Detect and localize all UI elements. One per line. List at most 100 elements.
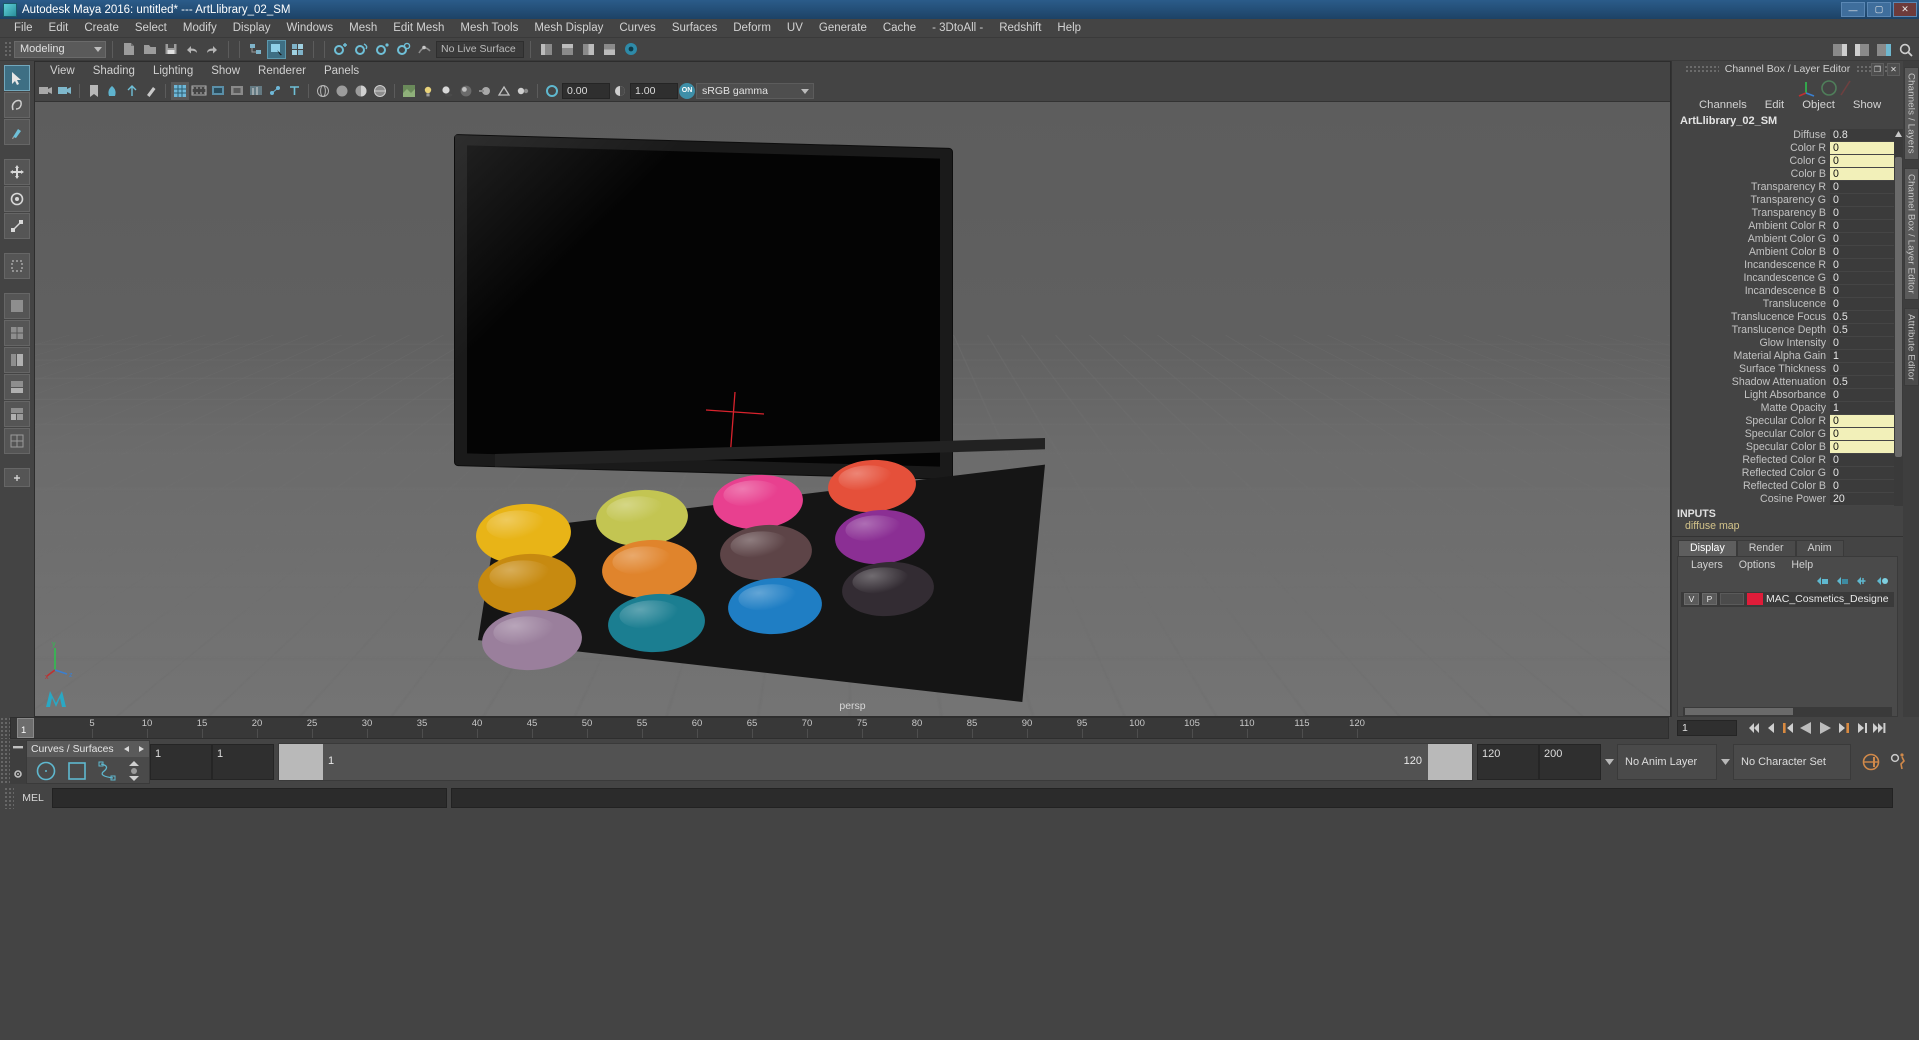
undo-icon[interactable] (182, 40, 201, 59)
makeup-palette-model[interactable] (450, 135, 1050, 712)
scrollbar-thumb[interactable] (1895, 156, 1902, 457)
menu-item-deform[interactable]: Deform (725, 21, 779, 35)
layer-menu-help[interactable]: Help (1783, 559, 1821, 571)
color-profile-dropdown[interactable]: sRGB gamma (696, 82, 814, 99)
current-frame-field[interactable]: 1 (1677, 720, 1737, 736)
channel-value-field[interactable]: 0.5 (1830, 375, 1894, 389)
input-item[interactable]: diffuse map (1677, 520, 1903, 532)
menu-item-redshift[interactable]: Redshift (991, 21, 1049, 35)
character-set-selector[interactable]: No Character Set (1733, 744, 1851, 780)
channel-row[interactable]: Specular Color B0 (1672, 440, 1894, 454)
channel-label[interactable]: Specular Color R (1672, 415, 1830, 428)
channel-value-field[interactable]: 0 (1830, 167, 1894, 181)
smooth-shade-all-icon[interactable] (333, 82, 351, 100)
last-tool-used[interactable] (4, 253, 30, 279)
channel-label[interactable]: Transparency R (1672, 181, 1830, 194)
channel-label[interactable]: Reflected Color G (1672, 467, 1830, 480)
channel-value-field[interactable]: 0 (1830, 297, 1894, 311)
channel-row[interactable]: Reflected Color G0 (1672, 466, 1894, 480)
channel-value-field[interactable]: 0 (1830, 453, 1894, 467)
attribute-editor-toggle-icon[interactable] (1830, 40, 1849, 59)
motion-blur-icon[interactable] (476, 82, 494, 100)
select-by-object-type-icon[interactable] (267, 39, 286, 59)
image-plane-icon[interactable] (104, 82, 122, 100)
channel-row[interactable]: Ambient Color G0 (1672, 232, 1894, 246)
menu-item-select[interactable]: Select (127, 21, 175, 35)
command-language-label[interactable]: MEL (18, 792, 48, 804)
exposure-field[interactable]: 0.00 (562, 82, 610, 99)
range-slider-bar[interactable]: 1 120 (323, 744, 1428, 780)
close-panel-button[interactable]: ✕ (1887, 63, 1900, 76)
panel-menu-shading[interactable]: Shading (84, 65, 144, 77)
wireframe-on-shaded-icon[interactable] (371, 82, 389, 100)
channel-value-field[interactable]: 1 (1830, 349, 1894, 363)
channel-label[interactable]: Ambient Color B (1672, 246, 1830, 259)
scale-tool[interactable] (4, 213, 30, 239)
grid-display-icon[interactable] (171, 81, 189, 100)
menu-item-3dtoall[interactable]: - 3DtoAll - (924, 21, 991, 35)
shelf-menu-icon[interactable] (128, 767, 140, 775)
channel-label[interactable]: Translucence Focus (1672, 311, 1830, 324)
texture-display-icon[interactable] (400, 82, 418, 100)
channel-value-field[interactable]: 0.8 (1830, 128, 1894, 142)
channel-row[interactable]: Glow Intensity 0 (1672, 336, 1894, 350)
channel-label[interactable]: Shadow Attenuation (1672, 376, 1830, 389)
channel-row[interactable]: Specular Color G0 (1672, 427, 1894, 441)
menu-item-edit[interactable]: Edit (41, 21, 77, 35)
playback-end-time-field[interactable]: 120 (1477, 744, 1539, 780)
channel-box-menu-object[interactable]: Object (1793, 99, 1844, 111)
menu-item-mesh-display[interactable]: Mesh Display (526, 21, 611, 35)
layer-playback-toggle[interactable]: P (1702, 593, 1717, 606)
redo-icon[interactable] (203, 40, 222, 59)
animation-preferences-icon[interactable] (1889, 752, 1909, 772)
layer-visibility-toggle[interactable]: V (1684, 593, 1699, 606)
menu-item-edit-mesh[interactable]: Edit Mesh (385, 21, 452, 35)
menu-item-cache[interactable]: Cache (875, 21, 924, 35)
move-tool[interactable] (4, 159, 30, 185)
smooth-shade-selected-icon[interactable] (352, 82, 370, 100)
panel-menu-show[interactable]: Show (202, 65, 249, 77)
channel-label[interactable]: Incandescence R (1672, 259, 1830, 272)
channel-box-menu-channels[interactable]: Channels (1690, 99, 1756, 111)
select-tool[interactable] (4, 65, 30, 91)
layer-tab-render[interactable]: Render (1736, 539, 1796, 556)
menu-item-mesh-tools[interactable]: Mesh Tools (452, 21, 526, 35)
channel-row[interactable]: Matte Opacity 1 (1672, 401, 1894, 415)
move-layer-down-icon[interactable] (1836, 576, 1849, 587)
menu-item-generate[interactable]: Generate (811, 21, 875, 35)
anim-layer-selector[interactable]: No Anim Layer (1617, 744, 1717, 780)
new-layer-icon[interactable] (1856, 576, 1869, 587)
menu-item-create[interactable]: Create (76, 21, 127, 35)
channel-label[interactable]: Translucence (1672, 298, 1830, 311)
layer-tab-display[interactable]: Display (1678, 539, 1737, 556)
show-hypershade-icon[interactable] (600, 40, 619, 59)
gate-mask-icon[interactable] (228, 82, 246, 100)
step-forward-key-icon[interactable] (1854, 721, 1867, 735)
channel-box-menu-show[interactable]: Show (1844, 99, 1890, 111)
mel-command-input[interactable] (52, 788, 447, 808)
channel-row[interactable]: Reflected Color B0 (1672, 479, 1894, 493)
lasso-tool[interactable] (4, 92, 30, 118)
channel-value-field[interactable]: 0 (1830, 362, 1894, 376)
ep-curve-tool-icon[interactable] (97, 760, 119, 782)
channel-row[interactable]: Cosine Power 20 (1672, 492, 1894, 506)
channel-value-field[interactable]: 0 (1830, 206, 1894, 220)
layer-name-label[interactable]: MAC_Cosmetics_Designe (1766, 593, 1889, 605)
channel-box-scrollbar[interactable] (1894, 128, 1903, 506)
current-time-indicator[interactable]: 1 (17, 718, 34, 738)
panel-menu-lighting[interactable]: Lighting (144, 65, 202, 77)
render-view-icon[interactable] (621, 40, 640, 59)
menu-item-uv[interactable]: UV (779, 21, 811, 35)
channel-label[interactable]: Specular Color B (1672, 441, 1830, 454)
channel-row[interactable]: Transparency G0 (1672, 193, 1894, 207)
shelf-prev-icon[interactable] (123, 745, 131, 753)
menu-set-selector[interactable]: Modeling (14, 40, 106, 58)
snap-to-point-icon[interactable] (373, 40, 392, 59)
layer-menu-layers[interactable]: Layers (1683, 559, 1731, 571)
make-live-icon[interactable] (415, 40, 434, 59)
gamma-field[interactable]: 1.00 (630, 82, 678, 99)
new-scene-icon[interactable] (119, 40, 138, 59)
channel-row[interactable]: Translucence Focus 0.5 (1672, 310, 1894, 324)
playback-options-dropdown[interactable] (1601, 744, 1617, 780)
rotate-tool[interactable] (4, 186, 30, 212)
